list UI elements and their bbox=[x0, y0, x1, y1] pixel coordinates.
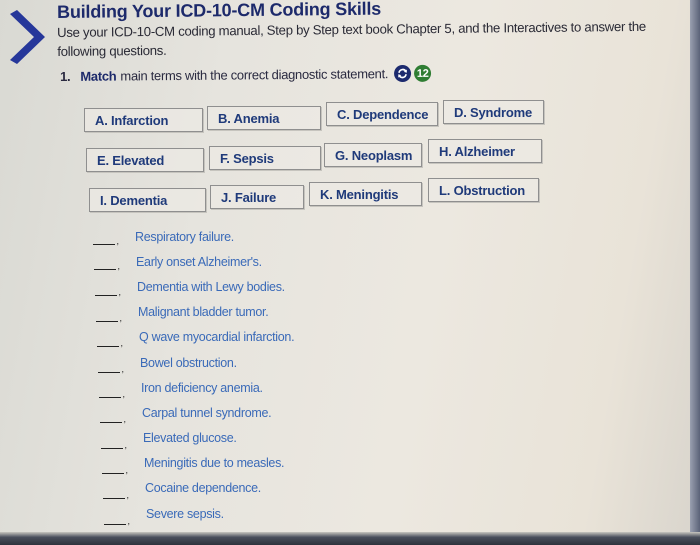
statement-4: Malignant bladder tumor. bbox=[138, 305, 269, 319]
term-i[interactable]: I. Dementia bbox=[89, 188, 206, 212]
question-text: main terms with the correct diagnostic s… bbox=[120, 66, 389, 84]
statement-2: Early onset Alzheimer's. bbox=[136, 255, 262, 269]
term-l[interactable]: L. Obstruction bbox=[428, 178, 539, 202]
term-e[interactable]: E. Elevated bbox=[86, 148, 204, 172]
answer-blank[interactable] bbox=[102, 465, 128, 475]
statement-9: Elevated glucose. bbox=[143, 431, 237, 445]
chevron-right-icon bbox=[10, 10, 45, 64]
statement-5: Q wave myocardial infarction. bbox=[139, 330, 295, 344]
statement-6: Bowel obstruction. bbox=[140, 356, 237, 370]
term-f[interactable]: F. Sepsis bbox=[209, 146, 321, 170]
question-keyword: Match bbox=[80, 68, 117, 84]
statement-8: Carpal tunnel syndrome. bbox=[142, 406, 272, 420]
points-badge: 12 bbox=[414, 64, 432, 82]
refresh-icon[interactable] bbox=[394, 64, 412, 83]
answer-blank[interactable] bbox=[101, 440, 127, 450]
term-j[interactable]: J. Failure bbox=[210, 185, 304, 209]
answer-blank[interactable] bbox=[103, 490, 129, 500]
term-k[interactable]: K. Meningitis bbox=[309, 182, 422, 206]
answer-blank[interactable] bbox=[99, 389, 125, 399]
statement-7: Iron deficiency anemia. bbox=[141, 381, 263, 395]
statement-1: Respiratory failure. bbox=[135, 230, 234, 244]
answer-blank[interactable] bbox=[98, 364, 124, 374]
statement-11: Cocaine dependence. bbox=[145, 481, 261, 495]
answer-blank[interactable] bbox=[96, 313, 122, 323]
instructions-text: Use your ICD-10-CM coding manual, Step b… bbox=[57, 18, 646, 59]
term-d[interactable]: D. Syndrome bbox=[443, 100, 544, 124]
term-g[interactable]: G. Neoplasm bbox=[324, 143, 422, 167]
answer-blank[interactable] bbox=[104, 516, 130, 526]
statement-10: Meningitis due to measles. bbox=[144, 456, 285, 470]
screen-bezel-right bbox=[690, 0, 700, 545]
answer-blank[interactable] bbox=[95, 287, 121, 297]
term-h[interactable]: H. Alzheimer bbox=[428, 139, 542, 163]
answer-blank[interactable] bbox=[93, 236, 119, 246]
screen-bezel-bottom bbox=[0, 532, 700, 545]
answer-blank[interactable] bbox=[94, 261, 120, 271]
statement-3: Dementia with Lewy bodies. bbox=[137, 280, 285, 294]
term-b[interactable]: B. Anemia bbox=[207, 106, 321, 130]
answer-blank[interactable] bbox=[97, 338, 123, 348]
term-a[interactable]: A. Infarction bbox=[84, 108, 203, 132]
answer-blank[interactable] bbox=[100, 414, 126, 424]
term-c[interactable]: C. Dependence bbox=[326, 102, 438, 126]
question-number: 1. bbox=[60, 68, 71, 84]
statement-12: Severe sepsis. bbox=[146, 507, 224, 521]
question-1: 1. Match main terms with the correct dia… bbox=[60, 64, 432, 85]
